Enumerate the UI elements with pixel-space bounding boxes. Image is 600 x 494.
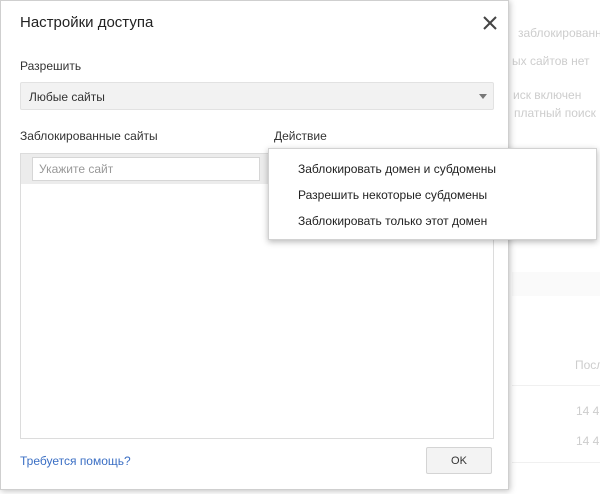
background-text: ых сайтов нет	[512, 54, 590, 68]
close-button[interactable]	[479, 12, 501, 34]
blocked-sites-header: Заблокированные сайты	[20, 129, 158, 143]
action-dropdown-menu: Заблокировать домен и субдомены Разрешит…	[268, 148, 597, 240]
background-text: заблокированных	[518, 26, 600, 40]
ok-button[interactable]: OK	[426, 447, 492, 474]
site-input[interactable]	[32, 157, 260, 181]
action-header: Действие	[274, 129, 327, 143]
background-band	[512, 272, 600, 296]
background-text: 14 4	[576, 404, 600, 418]
background-text: иск включен	[513, 88, 582, 102]
permit-select-value: Любые сайты	[29, 90, 105, 104]
dialog-title: Настройки доступа	[20, 14, 154, 31]
help-link[interactable]: Требуется помощь?	[20, 454, 131, 468]
menu-item-block-domain-and-subdomains[interactable]: Заблокировать домен и субдомены	[298, 162, 496, 176]
background-text: Посл	[575, 358, 600, 372]
access-settings-dialog: Настройки доступа Разрешить Любые сайты …	[0, 0, 509, 490]
permit-select[interactable]: Любые сайты	[20, 82, 494, 110]
background-text: 14 4	[576, 434, 600, 448]
close-icon	[483, 16, 497, 30]
background-text: платный поиск	[514, 106, 596, 120]
background-divider	[512, 385, 600, 386]
menu-item-block-only-this-domain[interactable]: Заблокировать только этот домен	[298, 214, 487, 228]
menu-item-allow-some-subdomains[interactable]: Разрешить некоторые субдомены	[298, 188, 487, 202]
background-divider	[512, 462, 600, 463]
chevron-down-icon	[479, 94, 487, 99]
permit-label: Разрешить	[20, 59, 82, 73]
